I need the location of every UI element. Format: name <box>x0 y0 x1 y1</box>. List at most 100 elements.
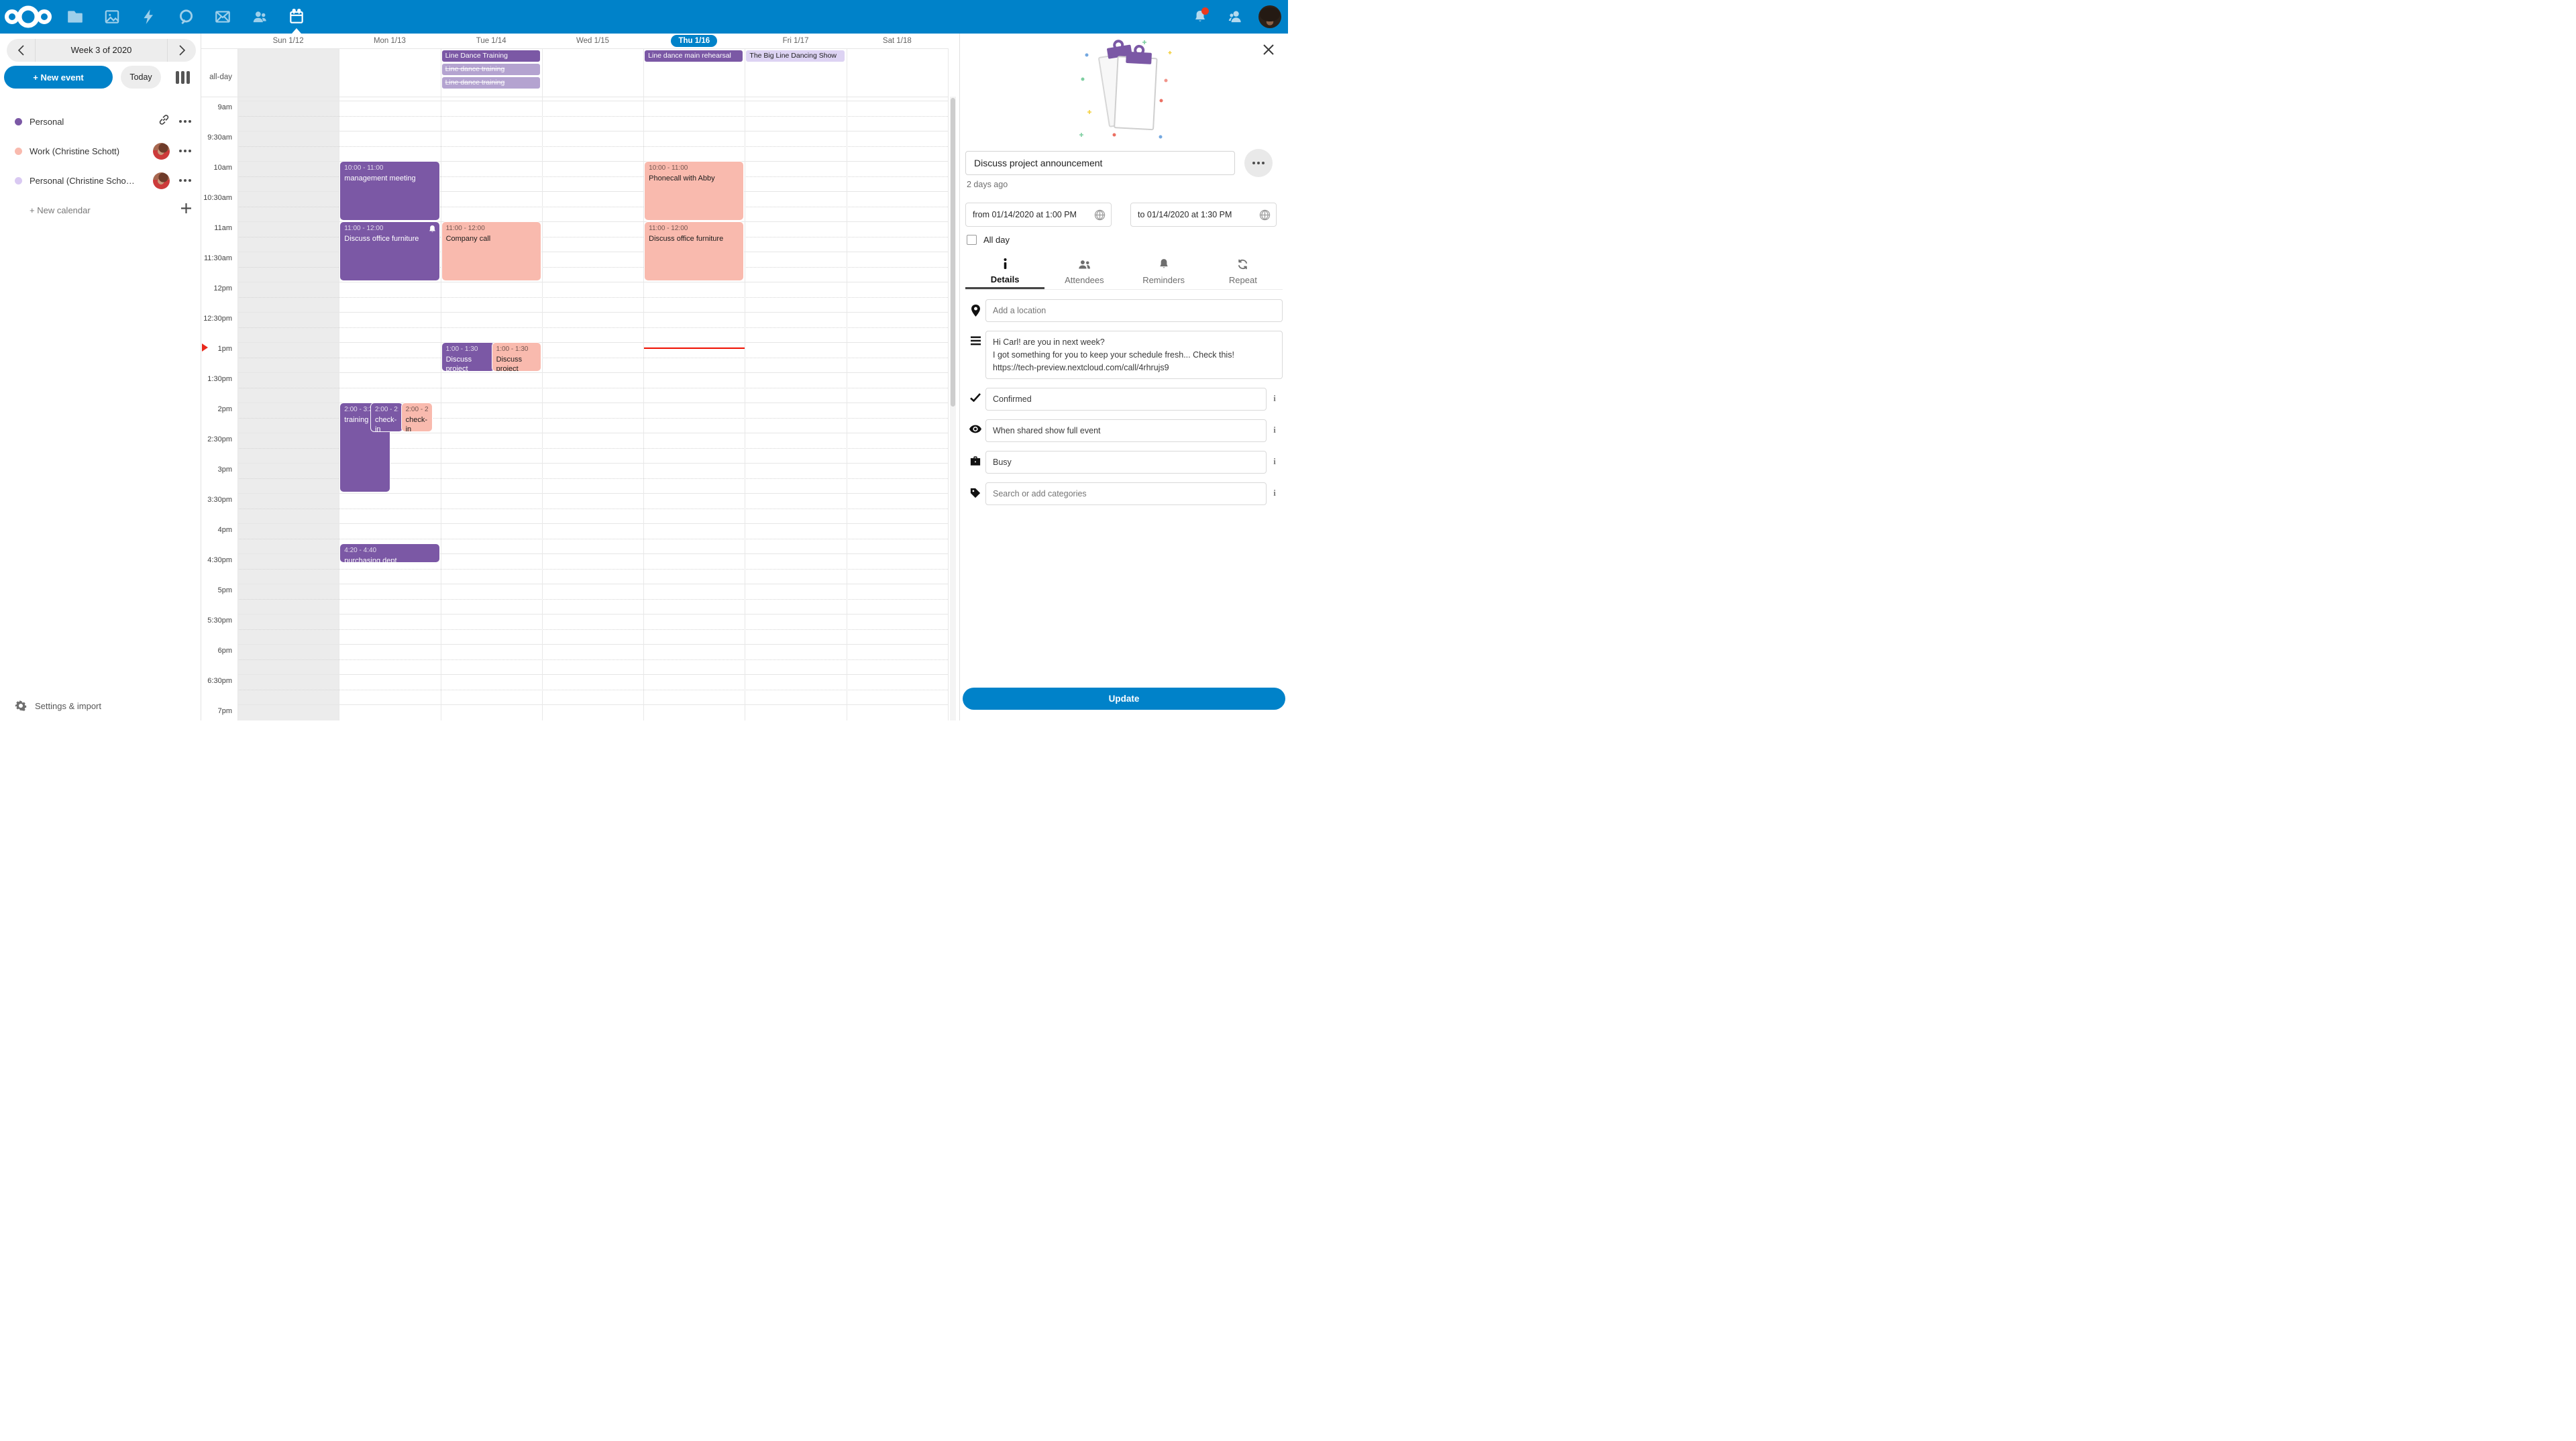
calendar-main: Sun 1/12Mon 1/13 Tue 1/14 Wed 1/15 Thu 1/16… <box>201 34 959 720</box>
visibility-select[interactable]: When shared show full event <box>985 419 1267 442</box>
eye-icon <box>965 419 985 433</box>
briefcase-icon <box>965 451 985 466</box>
share-link-icon[interactable] <box>158 114 170 129</box>
event-chip[interactable]: 11:00 - 12:00Discuss office furniture <box>645 222 743 280</box>
grid-line-30min <box>237 674 948 675</box>
calendar-list-item[interactable]: Personal (Christine Scho… <box>0 166 201 195</box>
calendar-menu-icon[interactable] <box>179 150 192 153</box>
update-button[interactable]: Update <box>963 688 1285 710</box>
day-header[interactable]: Mon 1/13 <box>339 34 440 48</box>
event-chip[interactable]: 11:00 - 12:00Discuss office furniture <box>340 222 439 280</box>
day-header[interactable]: Sun 1/12 <box>237 34 339 48</box>
allday-event-chip[interactable]: Line dance training <box>442 64 540 75</box>
allday-event-chip[interactable]: Line dance training <box>442 77 540 89</box>
calendar-list-item[interactable]: Work (Christine Schott) <box>0 136 201 166</box>
calendar-list-item[interactable]: + New calendar <box>0 195 201 225</box>
contacts-app-icon[interactable] <box>241 0 278 34</box>
next-week-button[interactable] <box>168 39 196 62</box>
event-chip[interactable]: 10:00 - 11:00Phonecall with Abby <box>645 162 743 220</box>
photos-app-icon[interactable] <box>93 0 130 34</box>
calendar-list-item[interactable]: Personal <box>0 107 201 136</box>
event-title: purchasing dept <box>344 556 435 563</box>
categories-input[interactable] <box>985 482 1267 505</box>
notifications-bell-icon[interactable] <box>1189 0 1212 34</box>
contacts-menu-icon[interactable] <box>1224 0 1246 34</box>
allday-event-chip[interactable]: Line Dance Training <box>442 50 540 62</box>
close-icon[interactable] <box>1261 43 1276 58</box>
files-app-icon[interactable] <box>56 0 93 34</box>
event-chip[interactable]: 1:00 - 1:30Discuss project <box>492 343 541 371</box>
new-event-button[interactable]: + New event <box>4 66 113 89</box>
event-chip[interactable]: 10:00 - 11:00management meeting <box>340 162 439 220</box>
availability-info-icon[interactable]: i <box>1267 451 1283 467</box>
event-chip[interactable]: 1:00 - 1:30Discuss project announcement <box>442 343 494 371</box>
user-avatar[interactable] <box>1258 5 1281 28</box>
left-sidebar: Week 3 of 2020 + New event Today Persona… <box>0 34 201 720</box>
grid-line-30min <box>237 704 948 705</box>
calendar-color-dot[interactable] <box>15 118 22 125</box>
event-chip[interactable]: 2:00 - 2:30check-in <box>402 403 433 431</box>
mail-app-icon[interactable] <box>204 0 241 34</box>
check-icon <box>965 388 985 402</box>
grid-line-15min <box>237 629 948 630</box>
talk-app-icon[interactable] <box>167 0 204 34</box>
day-header[interactable]: Sat 1/18 <box>847 34 948 48</box>
calendar-menu-icon[interactable] <box>179 120 192 123</box>
allday-event-chip[interactable]: The Big Line Dancing Show <box>746 50 844 62</box>
event-time: 11:00 - 12:00 <box>649 224 739 234</box>
location-input[interactable] <box>985 299 1283 322</box>
allday-event-chip[interactable]: Line dance main rehearsal <box>645 50 743 62</box>
today-button[interactable]: Today <box>121 66 161 89</box>
activity-app-icon[interactable] <box>130 0 167 34</box>
calendar-app-icon[interactable] <box>278 0 315 34</box>
timezone-globe-icon[interactable] <box>1094 209 1106 223</box>
tab-label: Attendees <box>1065 275 1104 285</box>
previous-week-button[interactable] <box>7 39 35 62</box>
plus-icon[interactable] <box>181 203 191 217</box>
event-title-input[interactable] <box>965 151 1235 175</box>
tab-attendees[interactable]: Attendees <box>1044 255 1124 289</box>
day-header-label: Tue 1/14 <box>476 37 506 45</box>
view-switcher-icon[interactable] <box>176 71 190 84</box>
tab-details[interactable]: Details <box>965 255 1044 289</box>
categories-info-icon[interactable]: i <box>1267 482 1283 498</box>
timezone-globe-icon[interactable] <box>1259 209 1271 223</box>
current-time-arrow <box>202 343 208 352</box>
day-header[interactable]: Wed 1/15 <box>542 34 643 48</box>
day-header[interactable]: Fri 1/17 <box>745 34 846 48</box>
event-chip[interactable]: 11:00 - 12:00Company call <box>442 222 541 280</box>
event-time: 11:00 - 12:00 <box>344 224 435 234</box>
calendar-color-dot[interactable] <box>15 177 22 184</box>
day-header[interactable]: Thu 1/16 <box>643 34 745 48</box>
calendar-list: PersonalWork (Christine Schott)Personal … <box>0 107 201 225</box>
grid-line-30min <box>237 614 948 615</box>
availability-select[interactable]: Busy <box>985 451 1267 474</box>
tab-label: Details <box>991 274 1020 284</box>
settings-import-button[interactable]: Settings & import <box>0 691 201 720</box>
description-textarea[interactable]: Hi Carl! are you in next week? I got som… <box>985 331 1283 379</box>
calendar-color-dot[interactable] <box>15 148 22 155</box>
status-info-icon[interactable]: i <box>1267 388 1283 404</box>
description-lines-icon <box>965 331 985 345</box>
event-title-row <box>965 149 1283 177</box>
event-title: management meeting <box>344 174 435 183</box>
tab-reminders[interactable]: Reminders <box>1124 255 1203 289</box>
status-select[interactable]: Confirmed <box>985 388 1267 411</box>
time-gutter-label: 12:30pm <box>201 315 232 323</box>
grid-scrollbar-thumb[interactable] <box>951 98 955 407</box>
calendar-menu-icon[interactable] <box>179 179 192 182</box>
day-header-label: Wed 1/15 <box>576 37 609 45</box>
event-chip[interactable]: 4:20 - 4:40purchasing dept <box>340 544 439 562</box>
event-actions-menu-icon[interactable] <box>1244 149 1273 177</box>
event-chip[interactable]: 2:00 - 2:30check-in <box>371 403 402 431</box>
nextcloud-logo-icon[interactable] <box>0 0 56 34</box>
day-header[interactable]: Tue 1/14 <box>441 34 542 48</box>
column-divider <box>542 48 543 720</box>
time-gutter-label: 9am <box>201 103 232 111</box>
start-date-picker[interactable]: from 01/14/2020 at 1:00 PM <box>965 203 1112 227</box>
tab-repeat[interactable]: Repeat <box>1203 255 1283 289</box>
visibility-info-icon[interactable]: i <box>1267 419 1283 435</box>
end-date-picker[interactable]: to 01/14/2020 at 1:30 PM <box>1130 203 1277 227</box>
week-label[interactable]: Week 3 of 2020 <box>35 39 168 62</box>
all-day-checkbox[interactable]: All day <box>967 235 1010 245</box>
